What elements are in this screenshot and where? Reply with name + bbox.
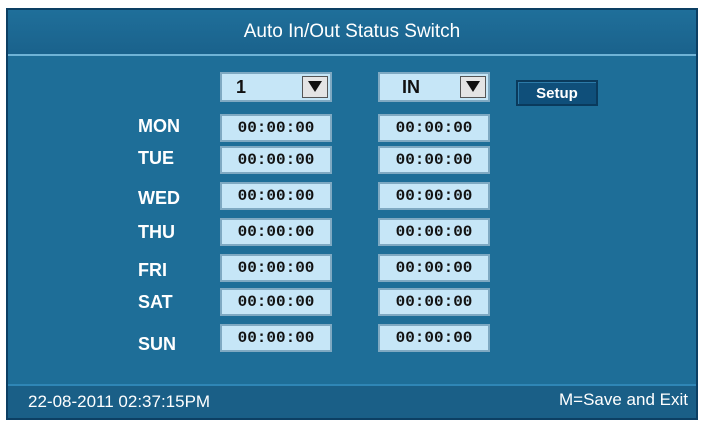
sat-time-field-2[interactable]: 00:00:00 [378, 288, 490, 316]
wed-time-field-1[interactable]: 00:00:00 [220, 182, 332, 210]
status-switch-screen: Auto In/Out Status Switch 1 IN Setup MON… [6, 8, 698, 420]
datetime-display: 22-08-2011 02:37:15PM [28, 392, 211, 411]
status-select[interactable]: IN [378, 72, 490, 102]
day-label-thu: THU [138, 222, 175, 242]
thu-time-field-1[interactable]: 00:00:00 [220, 218, 332, 246]
mon-time-field-2[interactable]: 00:00:00 [378, 114, 490, 142]
day-label-fri: FRI [138, 260, 167, 280]
sat-time-field-1[interactable]: 00:00:00 [220, 288, 332, 316]
status-value: IN [402, 77, 420, 97]
fri-time-field-1[interactable]: 00:00:00 [220, 254, 332, 282]
tue-time-field-1[interactable]: 00:00:00 [220, 146, 332, 174]
wed-time-field-2[interactable]: 00:00:00 [378, 182, 490, 210]
day-label-sun: SUN [138, 334, 177, 354]
mon-time-field-1[interactable]: 00:00:00 [220, 114, 332, 142]
schedule-number-value: 1 [236, 77, 247, 97]
day-label-tue: TUE [138, 148, 174, 168]
status-bar: 22-08-2011 02:37:15PM M=Save and Exit [8, 384, 696, 418]
sun-time-field-2[interactable]: 00:00:00 [378, 324, 490, 352]
day-label-mon: MON [138, 116, 180, 136]
tue-time-field-2[interactable]: 00:00:00 [378, 146, 490, 174]
dropdown-arrow-icon[interactable] [460, 76, 486, 98]
day-label-sat: SAT [138, 292, 173, 312]
sun-time-field-1[interactable]: 00:00:00 [220, 324, 332, 352]
save-exit-hint: M=Save and Exit [559, 390, 688, 409]
thu-time-field-2[interactable]: 00:00:00 [378, 218, 490, 246]
setup-button[interactable]: Setup [516, 80, 598, 106]
day-label-wed: WED [138, 188, 180, 208]
fri-time-field-2[interactable]: 00:00:00 [378, 254, 490, 282]
window-title: Auto In/Out Status Switch [8, 10, 696, 56]
schedule-number-select[interactable]: 1 [220, 72, 332, 102]
dropdown-arrow-icon[interactable] [302, 76, 328, 98]
